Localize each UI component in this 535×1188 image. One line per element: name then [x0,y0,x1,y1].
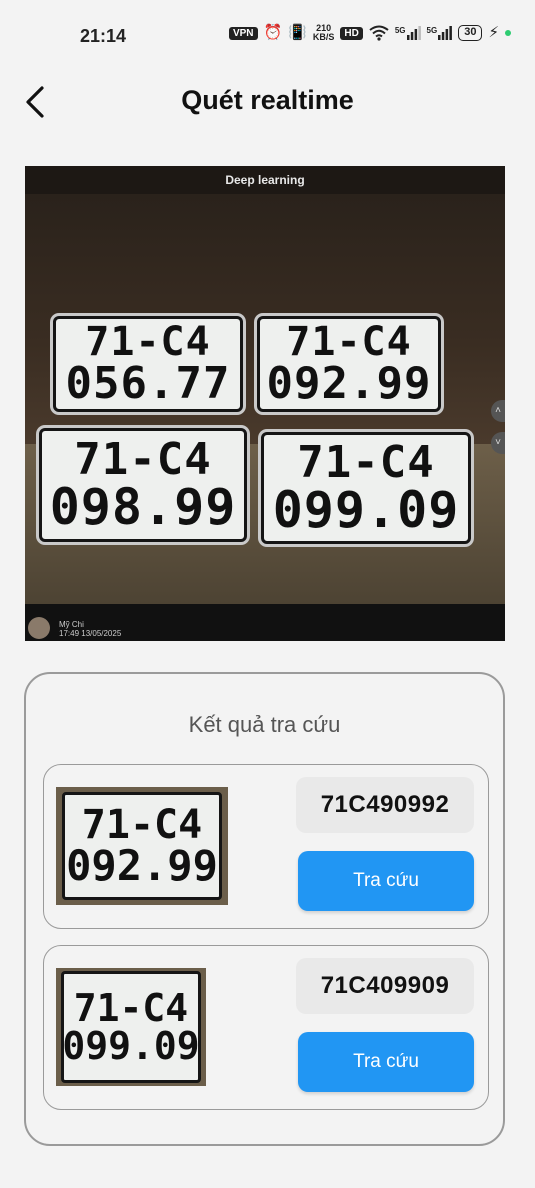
thumb-line-1: 71-C4 [73,986,189,1030]
net-label-1: 5G [394,26,406,35]
network-speed-unit: KB/S [312,32,335,42]
result-card: 71-C4 099.09 71C409909 Tra cứu [43,945,489,1110]
plate-line-1: 71-C4 [74,434,212,485]
plate-line-2: 092.99 [266,358,432,409]
license-plate: 71-C4 056.77 [53,316,243,412]
status-bar: 21:14 VPN ⏰ 📳 210 KB/S HD 5G 5G 30 ⚡ [0,0,535,70]
plate-line-2: 099.09 [272,481,460,539]
wifi-icon [369,25,389,41]
plate-line-2: 056.77 [65,358,231,409]
charging-icon: ⚡ [488,24,499,41]
plate-number: 71C409909 [296,958,474,1014]
vpn-badge: VPN [228,26,258,40]
plate-line-1: 71-C4 [297,437,435,488]
license-plate: 71-C4 092.99 [257,316,441,412]
vibrate-icon: 📳 [288,24,307,41]
plate-thumbnail: 71-C4 092.99 [56,787,228,905]
camera-top-bar: Deep learning [25,166,505,194]
hd-badge: HD [340,26,363,40]
thumb-line-1: 71-C4 [81,802,203,848]
result-card: 71-C4 092.99 71C490992 Tra cứu [43,764,489,929]
alarm-icon: ⏰ [263,24,283,41]
status-icons: VPN ⏰ 📳 210 KB/S HD 5G 5G 30 ⚡ [228,24,511,42]
camera-caption: Deep learning [225,173,305,187]
camera-user-name: Mỹ Chi [59,620,84,629]
privacy-dot-icon [505,30,511,36]
results-title: Kết quả tra cứu [188,712,341,737]
lookup-button[interactable]: Tra cứu [298,1032,474,1092]
page-title: Quét realtime [181,85,354,115]
thumb-line-2: 099.09 [62,1024,200,1068]
results-panel: Kết quả tra cứu 71-C4 092.99 71C490992 T… [24,672,505,1146]
avatar [28,617,50,639]
license-plate: 71-C4 099.09 [261,432,471,544]
lookup-button[interactable]: Tra cứu [298,851,474,911]
signal-bars-icon [406,26,421,40]
signal-5g-2: 5G [427,26,453,40]
plate-line-1: 71-C4 [286,319,412,365]
thumb-plate: 71-C4 099.09 [61,971,201,1083]
plate-number: 71C490992 [296,777,474,833]
network-speed: 210 KB/S [313,24,335,42]
license-plate: 71-C4 098.99 [39,428,247,542]
status-time: 21:14 [80,26,127,46]
camera-user-info: Mỹ Chi 17:49 13/05/2025 [59,620,121,638]
signal-bars-icon [438,26,453,40]
camera-preview[interactable]: Deep learning 71-C4 056.77 71-C4 092.99 … [25,166,505,641]
signal-5g-1: 5G [395,26,421,40]
net-label-2: 5G [426,26,438,35]
plate-line-1: 71-C4 [85,319,211,365]
camera-user-stamp: 17:49 13/05/2025 [59,629,122,638]
thumb-line-2: 092.99 [66,841,218,890]
plate-line-2: 098.99 [49,478,237,536]
thumb-plate: 71-C4 092.99 [62,792,222,900]
plate-thumbnail: 71-C4 099.09 [56,968,206,1086]
battery-indicator: 30 [458,25,483,41]
